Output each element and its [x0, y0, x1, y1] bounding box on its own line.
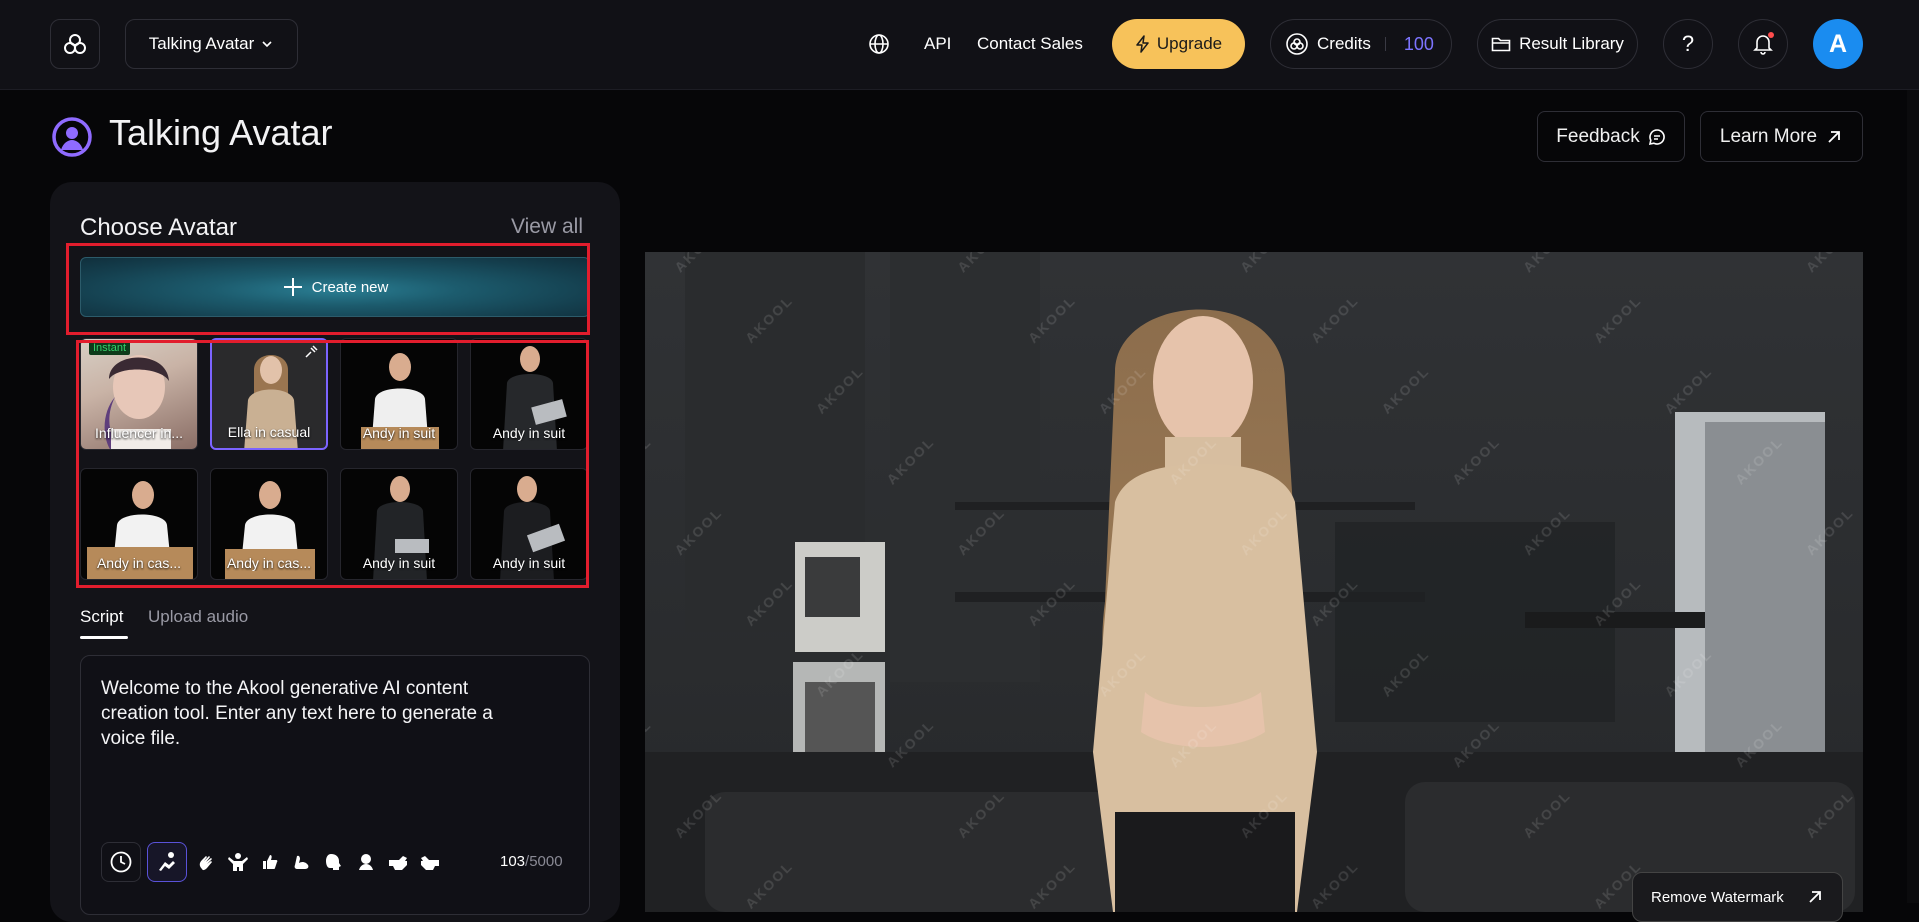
avatar-grid-highlight	[76, 340, 589, 588]
muscle-icon[interactable]	[289, 849, 315, 875]
character-limit: /5000	[525, 853, 563, 870]
gesture-button-active[interactable]	[147, 842, 187, 882]
character-counter: 103/5000	[500, 853, 563, 870]
learn-more-label: Learn More	[1719, 125, 1818, 147]
clock-icon	[110, 851, 132, 873]
help-button[interactable]: ?	[1663, 19, 1713, 69]
point-left-icon[interactable]	[385, 849, 411, 875]
credits-label: Credits	[1317, 34, 1371, 53]
tab-script[interactable]: Script	[80, 607, 123, 627]
chevron-down-icon	[262, 41, 272, 48]
page-title: Talking Avatar	[109, 112, 333, 153]
app-logo-button[interactable]	[50, 19, 100, 69]
contact-sales-link[interactable]: Contact Sales	[977, 19, 1083, 69]
create-new-highlight	[66, 243, 590, 335]
gesture-toolbar	[101, 842, 443, 882]
folder-icon	[1491, 37, 1511, 52]
feedback-button[interactable]: Feedback	[1537, 111, 1685, 162]
page-scrollbar[interactable]	[1907, 90, 1919, 903]
character-count: 103	[500, 853, 526, 870]
notification-dot	[1768, 32, 1774, 38]
notifications-button[interactable]	[1738, 19, 1788, 69]
tab-script-indicator	[80, 636, 128, 639]
feedback-label: Feedback	[1556, 125, 1640, 147]
credits-icon	[1286, 33, 1308, 55]
view-all-link[interactable]: View all	[511, 215, 583, 239]
wave-hand-icon[interactable]	[193, 849, 219, 875]
arrow-up-right-icon	[1809, 891, 1821, 903]
product-select-label: Talking Avatar	[148, 34, 255, 53]
open-arms-icon[interactable]	[225, 849, 251, 875]
arrow-up-right-icon	[1828, 130, 1840, 143]
avatar-preview: AKOOL	[645, 252, 1863, 912]
user-avatar[interactable]: A	[1813, 19, 1863, 69]
think-icon[interactable]	[321, 849, 347, 875]
nod-icon[interactable]	[353, 849, 379, 875]
lightning-icon	[1136, 35, 1149, 53]
credits-button[interactable]: Credits 100	[1270, 19, 1452, 69]
globe-icon	[869, 34, 889, 54]
upgrade-label: Upgrade	[1156, 34, 1223, 53]
tab-upload-audio[interactable]: Upload audio	[148, 607, 248, 627]
script-text[interactable]: Welcome to the Akool generative AI conte…	[101, 676, 541, 751]
pause-button[interactable]	[101, 842, 141, 882]
result-library-label: Result Library	[1519, 34, 1624, 53]
learn-more-button[interactable]: Learn More	[1700, 111, 1863, 162]
chat-icon	[1648, 128, 1665, 145]
product-select[interactable]: Talking Avatar	[125, 19, 298, 69]
credits-value: 100	[1403, 33, 1434, 54]
talking-avatar-icon	[52, 117, 92, 157]
credits-divider	[1384, 37, 1386, 51]
preview-scene: AKOOL	[645, 252, 1863, 912]
result-library-button[interactable]: Result Library	[1477, 19, 1638, 69]
remove-watermark-button[interactable]: Remove Watermark	[1632, 872, 1843, 922]
api-link[interactable]: API	[924, 19, 951, 69]
choose-avatar-title: Choose Avatar	[80, 214, 237, 241]
gesture-icon	[159, 852, 175, 871]
language-button[interactable]	[868, 19, 896, 69]
thumbs-up-icon[interactable]	[257, 849, 283, 875]
logo-icon	[64, 34, 86, 54]
upgrade-button[interactable]: Upgrade	[1112, 19, 1245, 69]
help-icon: ?	[1681, 31, 1695, 56]
point-right-icon[interactable]	[417, 849, 443, 875]
